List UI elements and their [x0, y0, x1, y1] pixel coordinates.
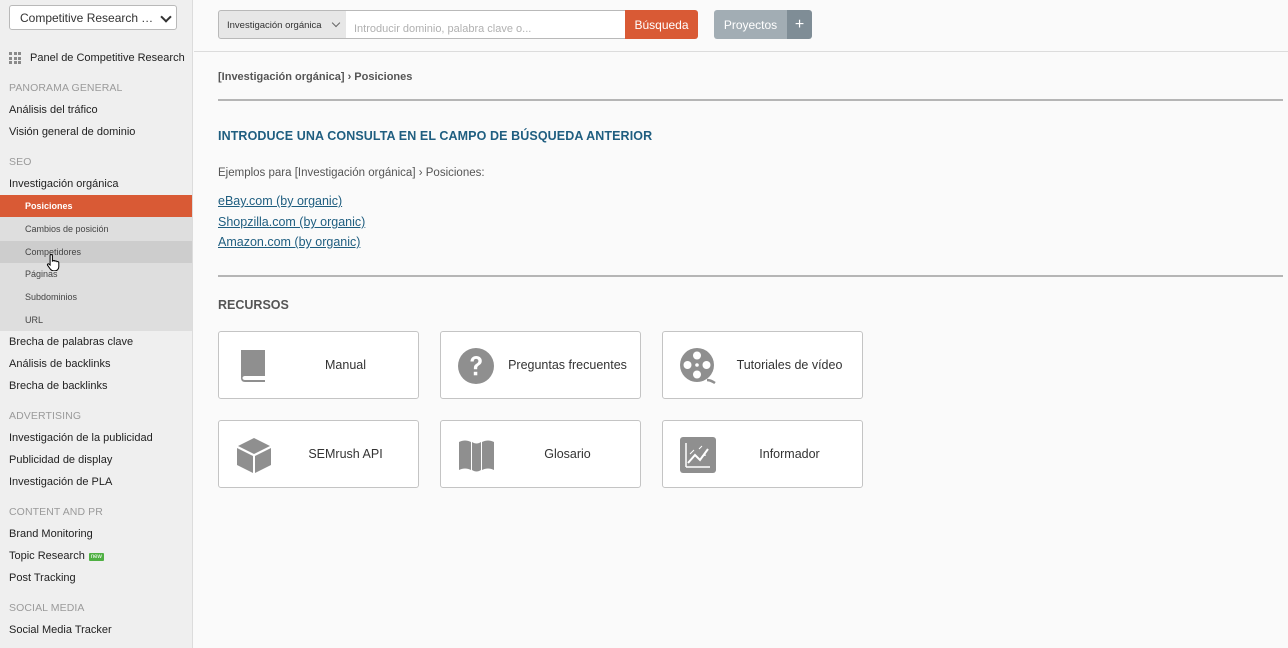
- grid-icon: [9, 52, 21, 64]
- search-input[interactable]: [346, 10, 626, 39]
- tool-selector-dropdown[interactable]: Competitive Research To...: [9, 5, 177, 30]
- resources-title: RECURSOS: [218, 298, 289, 312]
- section-heading-seo: SEO: [9, 156, 32, 168]
- examples-label: Ejemplos para [Investigación orgánica] ›…: [218, 167, 485, 179]
- breadcrumb: [Investigación orgánica] › Posiciones: [218, 71, 413, 83]
- sidebar-item-display-advertising[interactable]: Publicidad de display: [9, 454, 112, 466]
- resource-label: SEMrush API: [308, 447, 383, 461]
- panel-link-label: Panel de Competitive Research: [30, 52, 185, 64]
- sidebar: Competitive Research To... Panel de Comp…: [0, 0, 193, 648]
- example-link-amazon[interactable]: Amazon.com (by organic): [218, 235, 360, 249]
- sidebar-item-domain-overview[interactable]: Visión general de dominio: [9, 126, 135, 138]
- new-badge: new: [88, 553, 104, 561]
- projects-button[interactable]: Proyectos: [714, 10, 787, 39]
- resource-label: Informador: [759, 447, 820, 461]
- sidebar-subitem-subdomains[interactable]: Subdominios: [0, 286, 192, 308]
- resource-card-glossary[interactable]: Glosario: [440, 420, 641, 488]
- sidebar-item-backlink-gap[interactable]: Brecha de backlinks: [9, 380, 107, 392]
- app-window: Competitive Research To... Panel de Comp…: [0, 0, 1288, 648]
- chevron-down-icon: [331, 18, 341, 28]
- search-button[interactable]: Búsqueda: [625, 10, 698, 39]
- add-project-button[interactable]: +: [787, 10, 812, 39]
- resource-label: Tutoriales de vídeo: [736, 358, 843, 372]
- database-select[interactable]: Investigación orgánica: [218, 10, 347, 39]
- section-heading-content: CONTENT AND PR: [9, 506, 103, 518]
- resource-label: Manual: [325, 358, 366, 372]
- divider: [218, 99, 1283, 101]
- sidebar-item-advertising-research[interactable]: Investigación de la publicidad: [9, 432, 153, 444]
- resource-label: Preguntas frecuentes: [508, 358, 627, 372]
- book-icon: [241, 350, 265, 382]
- film-reel-icon: [680, 348, 716, 385]
- sidebar-item-pla-research[interactable]: Investigación de PLA: [9, 476, 112, 488]
- sidebar-subitem-competitors[interactable]: Competidores: [0, 241, 192, 263]
- example-link-shopzilla[interactable]: Shopzilla.com (by organic): [218, 215, 365, 229]
- resource-card-manual[interactable]: Manual: [218, 331, 419, 399]
- sidebar-subitem-pages[interactable]: Páginas: [0, 263, 192, 285]
- sidebar-item-keyword-gap[interactable]: Brecha de palabras clave: [9, 336, 133, 348]
- example-link-ebay[interactable]: eBay.com (by organic): [218, 194, 342, 208]
- sidebar-item-backlink-analytics[interactable]: Análisis de backlinks: [9, 358, 111, 370]
- sidebar-subitem-positions[interactable]: Posiciones: [0, 195, 192, 217]
- sidebar-item-brand-monitoring[interactable]: Brand Monitoring: [9, 528, 93, 540]
- chart-icon: [680, 437, 716, 473]
- sidebar-subitem-position-changes[interactable]: Cambios de posición: [0, 218, 192, 240]
- cube-icon: [237, 438, 271, 473]
- sidebar-item-organic-research[interactable]: Investigación orgánica: [9, 178, 118, 190]
- map-icon: [459, 440, 494, 472]
- tool-selector-value: Competitive Research To...: [20, 11, 158, 25]
- page-title: INTRODUCE UNA CONSULTA EN EL CAMPO DE BÚ…: [218, 129, 653, 143]
- panel-link[interactable]: Panel de Competitive Research: [9, 51, 185, 65]
- resource-label: Glosario: [544, 447, 591, 461]
- section-heading-social: SOCIAL MEDIA: [9, 602, 85, 614]
- sidebar-item-topic-research[interactable]: Topic Research new: [9, 550, 104, 562]
- chevron-down-icon: [160, 11, 172, 23]
- resource-card-faq[interactable]: Preguntas frecuentes: [440, 331, 641, 399]
- section-heading-advertising: ADVERTISING: [9, 410, 82, 422]
- database-select-value: Investigación orgánica: [227, 20, 322, 31]
- divider: [218, 275, 1283, 277]
- sidebar-item-social-media-tracker[interactable]: Social Media Tracker: [9, 624, 112, 636]
- topic-research-label: Topic Research: [9, 550, 85, 562]
- top-search-bar: Investigación orgánica Búsqueda Proyecto…: [194, 0, 1288, 52]
- resource-card-video-tutorials[interactable]: Tutoriales de vídeo: [662, 331, 863, 399]
- section-heading-overview: PANORAMA GENERAL: [9, 82, 123, 94]
- resource-card-widget[interactable]: Informador: [662, 420, 863, 488]
- hand-cursor-icon: [46, 253, 60, 271]
- sidebar-item-post-tracking[interactable]: Post Tracking: [9, 572, 76, 584]
- main-content: [Investigación orgánica] › Posiciones IN…: [218, 52, 1283, 648]
- sidebar-subitem-url[interactable]: URL: [0, 309, 192, 331]
- resource-card-api[interactable]: SEMrush API: [218, 420, 419, 488]
- sidebar-item-traffic-analytics[interactable]: Análisis del tráfico: [9, 104, 98, 116]
- question-icon: [458, 348, 494, 384]
